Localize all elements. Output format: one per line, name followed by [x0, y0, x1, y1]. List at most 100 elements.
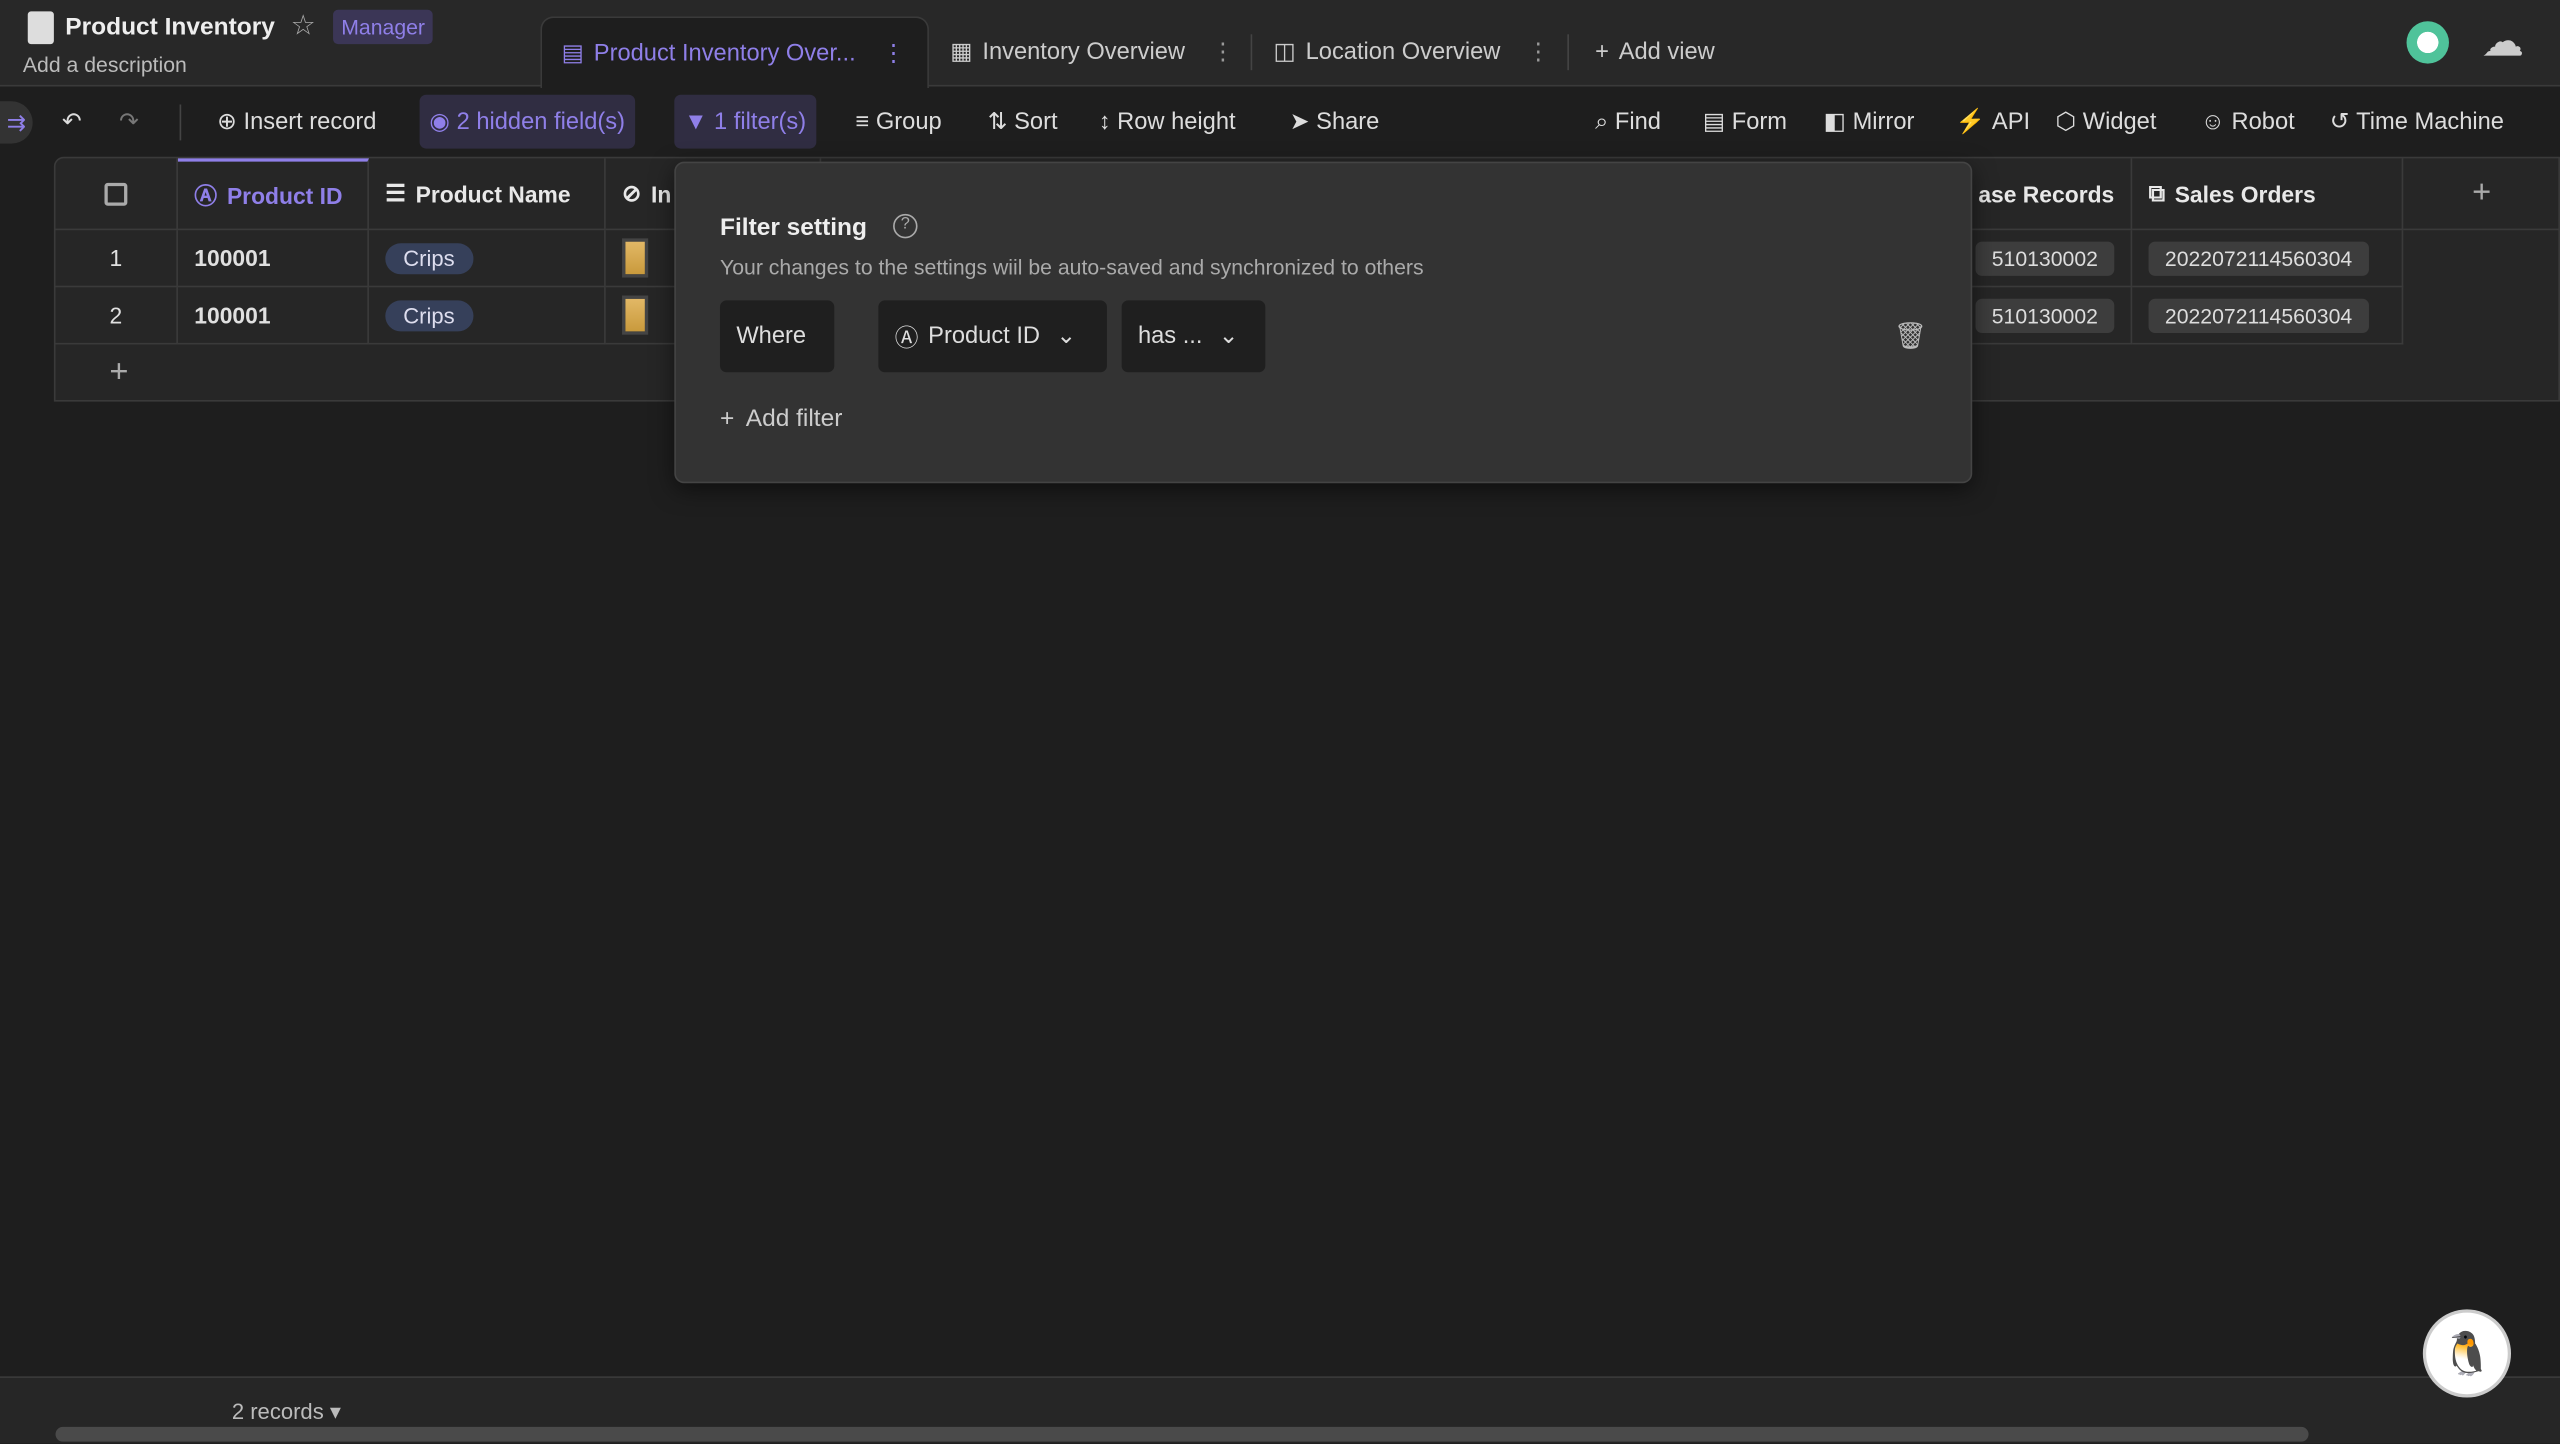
- group-button[interactable]: ≡ Group: [846, 95, 952, 149]
- header-label: In: [650, 180, 672, 207]
- column-header-product-id[interactable]: Ⓐ Product ID: [177, 158, 369, 231]
- text-field-icon: Ⓐ: [194, 182, 218, 209]
- filter-button[interactable]: ▼ 1 filter(s): [674, 94, 816, 149]
- label: Share: [1316, 108, 1380, 135]
- redo-button[interactable]: ↷: [109, 95, 148, 149]
- image-thumbnail[interactable]: [622, 295, 649, 335]
- label: Find: [1614, 108, 1661, 135]
- field-select[interactable]: Ⓐ Product ID ⌄: [878, 300, 1107, 373]
- avatar[interactable]: [2406, 21, 2449, 64]
- tab-label: Inventory Overview: [982, 39, 1185, 66]
- cell-sales-orders[interactable]: 2022072114560304: [2132, 230, 2404, 288]
- plug-icon: ⚡: [1955, 109, 1986, 136]
- sidebar-toggle-icon[interactable]: ⇉: [0, 101, 33, 144]
- label: Time Machine: [2356, 108, 2504, 135]
- add-view-button[interactable]: + Add view: [1576, 16, 1735, 88]
- row-number: 1: [55, 230, 178, 288]
- insert-record-button[interactable]: ⊕ Insert record: [207, 95, 386, 149]
- tab-location-overview[interactable]: ◫ Location Overview ⋮: [1254, 16, 1570, 88]
- linked-record[interactable]: 2022072114560304: [2148, 240, 2369, 276]
- tab-inventory-overview[interactable]: ▦ Inventory Overview ⋮: [931, 16, 1255, 88]
- group-icon: ≡: [855, 108, 870, 135]
- widget-button[interactable]: ⬡ Widget: [2046, 95, 2167, 149]
- sort-button[interactable]: ⇅ Sort: [978, 95, 1067, 149]
- sort-icon: ⇅: [987, 108, 1008, 135]
- cell-product-name[interactable]: Crips: [368, 287, 606, 345]
- more-icon[interactable]: ⋮: [1211, 39, 1235, 65]
- trash-icon[interactable]: 🗑: [1894, 320, 1927, 353]
- label: Insert record: [243, 108, 377, 135]
- cell-sales-orders[interactable]: 2022072114560304: [2132, 287, 2404, 345]
- operator-value: has ...: [1137, 323, 1203, 350]
- send-icon: ➤: [1289, 108, 1310, 135]
- grid-view-icon: ▤: [561, 39, 585, 67]
- star-icon[interactable]: ☆: [291, 10, 316, 43]
- tab-label: Location Overview: [1305, 39, 1501, 66]
- horizontal-scrollbar[interactable]: [55, 1426, 2309, 1442]
- cell-product-name[interactable]: Crips: [368, 230, 606, 288]
- text-field-icon: Ⓐ: [894, 325, 919, 352]
- mirror-icon: ◧: [1823, 108, 1847, 135]
- filter-icon: ▼: [684, 108, 708, 135]
- filter-popup: Filter setting ? Your changes to the set…: [674, 161, 1973, 484]
- more-icon[interactable]: ⋮: [882, 40, 906, 66]
- row-number: 2: [55, 287, 178, 345]
- app: Product Inventory ☆ Manager Add a descri…: [0, 0, 2560, 1444]
- header-label: Product ID: [226, 182, 343, 209]
- add-column-button[interactable]: +: [2403, 158, 2560, 231]
- plus-icon: +: [1595, 39, 1609, 66]
- label: Widget: [2082, 108, 2157, 135]
- linked-record[interactable]: 510130002: [1975, 297, 2115, 333]
- column-header-product-name[interactable]: ☰ Product Name: [368, 158, 606, 231]
- time-machine-button[interactable]: ↺ Time Machine: [2320, 95, 2514, 149]
- page-title[interactable]: Product Inventory: [65, 13, 275, 41]
- label: Row height: [1117, 108, 1236, 135]
- tab-label: Product Inventory Over...: [593, 39, 856, 67]
- eye-icon: ◉: [429, 108, 451, 135]
- add-view-label: Add view: [1618, 39, 1715, 66]
- mirror-button[interactable]: ◧ Mirror: [1814, 95, 1924, 149]
- linked-record[interactable]: 2022072114560304: [2148, 297, 2369, 333]
- more-icon[interactable]: ⋮: [1527, 39, 1551, 65]
- form-button[interactable]: ▤ Form: [1693, 95, 1797, 149]
- link-field-icon: ⧉: [2148, 179, 2165, 206]
- add-filter-label: Add filter: [745, 404, 843, 433]
- image-thumbnail[interactable]: [622, 238, 649, 278]
- row-height-icon: ↕: [1098, 108, 1111, 135]
- cloud-sync-icon[interactable]: ☁: [2482, 16, 2524, 67]
- header-label: Sales Orders: [2174, 180, 2316, 207]
- row-height-button[interactable]: ↕ Row height: [1089, 95, 1245, 149]
- record-count[interactable]: 2 records ▾: [232, 1399, 341, 1425]
- share-button[interactable]: ➤ Share: [1280, 95, 1389, 149]
- gallery-view-icon: ▦: [950, 39, 973, 66]
- search-icon: ⌕: [1595, 108, 1609, 135]
- select-all-checkbox[interactable]: [55, 158, 178, 231]
- field-value: Product ID: [928, 323, 1040, 350]
- receipt-icon: [27, 11, 54, 45]
- cell-product-id[interactable]: 100001: [177, 230, 369, 288]
- robot-button[interactable]: ☺ Robot: [2191, 95, 2304, 149]
- footer: 2 records ▾: [0, 1376, 2560, 1444]
- hidden-fields-button[interactable]: ◉ 2 hidden field(s): [419, 94, 635, 149]
- chevron-down-icon: ⌄: [1056, 323, 1077, 350]
- plus-icon: +: [719, 404, 735, 433]
- top-bar: Product Inventory ☆ Manager Add a descri…: [0, 0, 2560, 89]
- column-header-sales-orders[interactable]: ⧉ Sales Orders: [2132, 158, 2404, 231]
- label: Robot: [2231, 108, 2295, 135]
- operator-select[interactable]: has ... ⌄: [1121, 300, 1266, 373]
- linked-record[interactable]: 510130002: [1975, 240, 2115, 276]
- assistant-mascot-button[interactable]: 🐧: [2422, 1309, 2512, 1398]
- cell-product-id[interactable]: 100001: [177, 287, 369, 345]
- api-button[interactable]: ⚡ API: [1946, 95, 2040, 149]
- description[interactable]: Add a description: [23, 52, 187, 76]
- tab-product-inventory[interactable]: ▤ Product Inventory Over... ⋮: [540, 16, 929, 89]
- chevron-down-icon: ⌄: [1218, 323, 1239, 350]
- header-label: Product Name: [415, 180, 571, 207]
- filter-title: Filter setting: [719, 213, 867, 242]
- divider: [179, 104, 182, 141]
- find-button[interactable]: ⌕ Find: [1585, 95, 1670, 149]
- undo-button[interactable]: ↶: [52, 95, 91, 149]
- help-icon[interactable]: ?: [893, 213, 918, 239]
- where-label: Where: [719, 300, 835, 373]
- add-filter-button[interactable]: + Add filter: [720, 405, 842, 433]
